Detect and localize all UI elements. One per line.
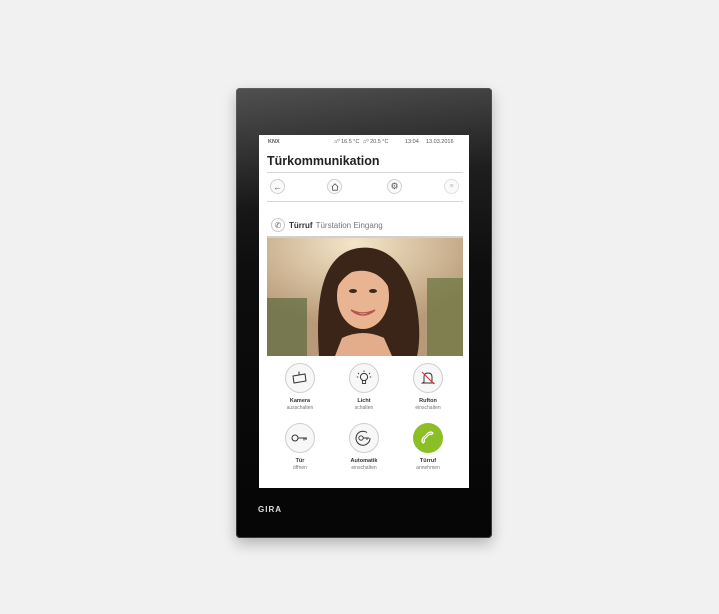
- action-grid: Kamera ausschalten Licht schalten Rufton…: [259, 360, 469, 488]
- auto-key-icon: [355, 430, 371, 446]
- list-button[interactable]: ≡: [444, 179, 459, 194]
- settings-icon: ⚙: [390, 181, 399, 191]
- door-call-header: ✆ Türruf Türstation Eingang: [267, 214, 463, 238]
- settings-button[interactable]: ⚙: [387, 179, 402, 194]
- knx-label: KNX: [268, 139, 280, 145]
- page-title: Türkommunikation: [267, 154, 380, 168]
- back-button[interactable]: ←: [270, 179, 285, 194]
- home-icon: [331, 182, 338, 191]
- door-open-button[interactable]: Tür öffnen: [272, 423, 328, 471]
- key-icon: [291, 434, 307, 442]
- camera-off-button[interactable]: Kamera ausschalten: [272, 363, 328, 411]
- camera-icon: [292, 371, 307, 384]
- touch-screen: KNX ⌂⁰ 16.5 °C ⌂⁰ 20.5 °C 13:04 13.03.20…: [259, 135, 469, 488]
- back-arrow-icon: ←: [273, 181, 282, 192]
- brand-logo: GIRA: [258, 505, 282, 514]
- call-label: Türruf: [289, 220, 313, 230]
- phone-icon: [421, 431, 434, 444]
- phone-icon: ✆: [271, 218, 285, 232]
- temperature-inside: ⌂⁰ 16.5 °C: [334, 139, 360, 145]
- light-bulb-icon: [356, 370, 372, 384]
- call-station: Türstation Eingang: [315, 220, 383, 230]
- accept-call-button[interactable]: Türruf annehmen: [400, 423, 456, 471]
- date: 13.03.2016: [426, 139, 454, 145]
- auto-open-button[interactable]: Automatik einschalten: [336, 423, 392, 471]
- list-icon: ≡: [449, 183, 454, 190]
- ringtone-on-button[interactable]: Rufton einschalten: [400, 363, 456, 411]
- bell-muted-icon: [420, 371, 436, 385]
- status-bar: KNX ⌂⁰ 16.5 °C ⌂⁰ 20.5 °C 13:04 13.03.20…: [259, 135, 469, 149]
- home-button[interactable]: [327, 179, 342, 194]
- camera-video-feed: [267, 238, 463, 356]
- video-image: [267, 238, 463, 356]
- divider: [267, 172, 463, 173]
- light-switch-button[interactable]: Licht schalten: [336, 363, 392, 411]
- temperature-outside: ⌂⁰ 20.5 °C: [363, 139, 389, 145]
- divider: [267, 201, 463, 202]
- clock: 13:04: [405, 139, 419, 145]
